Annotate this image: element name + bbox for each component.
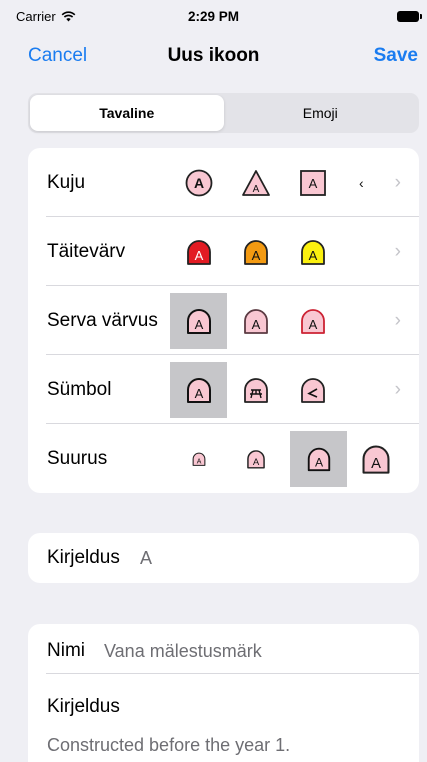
- description-label: Kirjeldus: [47, 547, 120, 568]
- circle-shape-option[interactable]: A: [170, 148, 227, 217]
- orange-fill-pin-icon: A: [243, 239, 268, 265]
- name-label: Nimi: [47, 640, 85, 661]
- shape-row[interactable]: Kuju A A A ‹ ›: [28, 148, 419, 217]
- segment-tavaline[interactable]: Tavaline: [30, 95, 224, 131]
- letter-symbol-option[interactable]: A: [170, 362, 227, 418]
- dark-pink-edge-option[interactable]: A: [227, 286, 284, 355]
- svg-text:A: A: [194, 317, 203, 332]
- chevron-right-icon: ›: [394, 309, 401, 331]
- picnic-table-symbol-option[interactable]: [227, 355, 284, 424]
- chevron-right-icon: ›: [394, 240, 401, 262]
- battery-icon: [397, 11, 422, 22]
- details-section: Nimi Vana mälestusmärk Kirjeldus Constru…: [28, 624, 419, 762]
- extra-large-pin-icon: A: [362, 445, 389, 474]
- segment-emoji[interactable]: Emoji: [224, 95, 418, 131]
- red-edge-option[interactable]: A: [284, 286, 341, 355]
- small-pin-icon: A: [192, 452, 205, 466]
- svg-text:A: A: [194, 386, 203, 401]
- square-shape-icon: A: [299, 169, 326, 196]
- svg-text:A: A: [252, 184, 259, 195]
- svg-text:A: A: [308, 176, 317, 191]
- square-shape-option[interactable]: A: [284, 148, 341, 217]
- picnic-table-symbol-icon: [243, 377, 268, 403]
- large-pin-icon: A: [307, 447, 330, 472]
- size-small-option[interactable]: A: [170, 424, 227, 493]
- edge-color-row[interactable]: Serva värvus A A A ›: [28, 286, 419, 355]
- divider: [46, 673, 419, 674]
- name-field[interactable]: Vana mälestusmärk: [104, 641, 262, 662]
- triangle-shape-icon: A: [241, 169, 270, 196]
- angle-symbol-icon: [300, 377, 325, 403]
- row-label: Sümbol: [47, 378, 112, 400]
- svg-text:A: A: [194, 248, 203, 263]
- svg-text:A: A: [193, 175, 203, 191]
- row-label: Serva värvus: [47, 309, 158, 331]
- navigation-bar: Cancel Uus ikoon Save: [0, 38, 427, 78]
- orange-fill-option[interactable]: A: [227, 217, 284, 286]
- svg-text:A: A: [251, 317, 260, 332]
- svg-text:A: A: [252, 456, 259, 467]
- row-label: Täitevärv: [47, 240, 126, 262]
- details-description-label: Kirjeldus: [47, 696, 120, 717]
- size-large-option[interactable]: A: [290, 431, 347, 487]
- red-edge-pin-icon: A: [300, 308, 325, 334]
- size-row: Suurus A A A A: [28, 424, 419, 493]
- black-edge-pin-icon: A: [186, 309, 211, 334]
- medium-pin-icon: A: [246, 449, 265, 469]
- triangle-shape-option[interactable]: A: [227, 148, 284, 217]
- new-icon-screen: Carrier 2:29 PM Cancel Uus ikoon Save Ta…: [0, 0, 427, 762]
- size-medium-option[interactable]: A: [227, 424, 284, 493]
- details-description-field[interactable]: Constructed before the year 1.: [47, 735, 290, 756]
- more-shapes-indicator: ‹: [359, 174, 364, 191]
- svg-text:A: A: [314, 455, 323, 469]
- svg-text:A: A: [308, 248, 317, 263]
- svg-text:A: A: [371, 456, 381, 472]
- row-label: Suurus: [47, 447, 108, 469]
- icon-style-options: Kuju A A A ‹ › Täitevärv A A A › Serva v…: [28, 148, 419, 493]
- chevron-right-icon: ›: [394, 378, 401, 400]
- row-label: Kuju: [47, 171, 86, 193]
- letter-symbol-pin-icon: A: [186, 378, 211, 403]
- dark-pink-edge-pin-icon: A: [243, 308, 268, 334]
- size-extra-large-option[interactable]: A: [347, 424, 404, 493]
- red-fill-option[interactable]: A: [170, 217, 227, 286]
- circle-shape-icon: A: [185, 169, 212, 196]
- svg-text:A: A: [308, 317, 317, 332]
- symbol-row[interactable]: Sümbol A ›: [28, 355, 419, 424]
- fill-color-row[interactable]: Täitevärv A A A ›: [28, 217, 419, 286]
- status-bar: Carrier 2:29 PM: [0, 0, 427, 32]
- yellow-fill-pin-icon: A: [300, 239, 325, 265]
- svg-text:A: A: [251, 248, 260, 263]
- yellow-fill-option[interactable]: A: [284, 217, 341, 286]
- status-time: 2:29 PM: [187, 9, 240, 24]
- icon-description-field[interactable]: Kirjeldus A: [28, 533, 419, 583]
- page-title: Uus ikoon: [167, 45, 260, 66]
- black-edge-option[interactable]: A: [170, 293, 227, 349]
- shape-symbol-option[interactable]: [284, 355, 341, 424]
- icon-type-segmented-control: Tavaline Emoji: [28, 93, 419, 133]
- save-button[interactable]: Save: [374, 45, 418, 67]
- svg-text:A: A: [196, 458, 201, 465]
- description-value[interactable]: A: [140, 548, 152, 569]
- red-fill-pin-icon: A: [186, 239, 211, 265]
- chevron-right-icon: ›: [394, 171, 401, 193]
